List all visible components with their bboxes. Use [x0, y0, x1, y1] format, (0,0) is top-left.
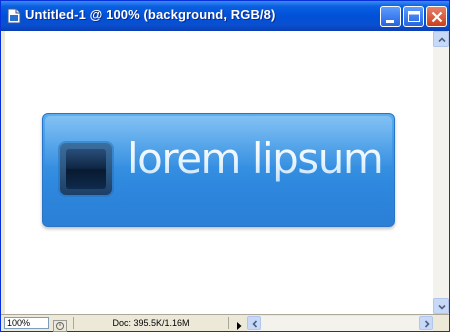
close-button[interactable] [426, 6, 447, 27]
vertical-scrollbar[interactable] [433, 31, 449, 314]
status-icon[interactable] [53, 317, 67, 332]
status-menu-button[interactable] [233, 317, 245, 330]
logo-text: lorem lipsum [127, 134, 384, 183]
document-icon [7, 8, 21, 24]
minimize-button[interactable] [380, 6, 401, 27]
scroll-down-icon [438, 304, 446, 310]
scroll-left-button[interactable] [247, 316, 261, 330]
scroll-right-icon [424, 320, 430, 328]
scroll-right-button[interactable] [419, 316, 433, 330]
square-icon-inner [66, 149, 106, 189]
close-icon [431, 11, 443, 23]
minimize-icon [386, 20, 394, 23]
document-window: Untitled-1 @ 100% (background, RGB/8) lo… [0, 0, 450, 332]
window-title: Untitled-1 @ 100% (background, RGB/8) [25, 7, 276, 22]
horizontal-scrollbar[interactable] [247, 316, 433, 331]
square-icon [60, 143, 112, 195]
status-bar: 100% Doc: 395.5K/1.16M [1, 314, 449, 332]
scroll-down-button[interactable] [433, 298, 449, 314]
maximize-button[interactable] [403, 6, 424, 27]
zoom-field[interactable]: 100% [4, 317, 49, 329]
document-size-info: Doc: 395.5K/1.16M [73, 317, 229, 329]
document-canvas[interactable]: lorem lipsum [5, 31, 433, 314]
scroll-left-icon [252, 320, 258, 328]
title-bar[interactable]: Untitled-1 @ 100% (background, RGB/8) [1, 1, 449, 31]
menu-arrow-icon [237, 322, 242, 330]
scroll-up-button[interactable] [433, 31, 449, 47]
logo-button-graphic: lorem lipsum [42, 113, 395, 227]
maximize-icon [408, 11, 420, 22]
scroll-up-icon [438, 37, 446, 43]
